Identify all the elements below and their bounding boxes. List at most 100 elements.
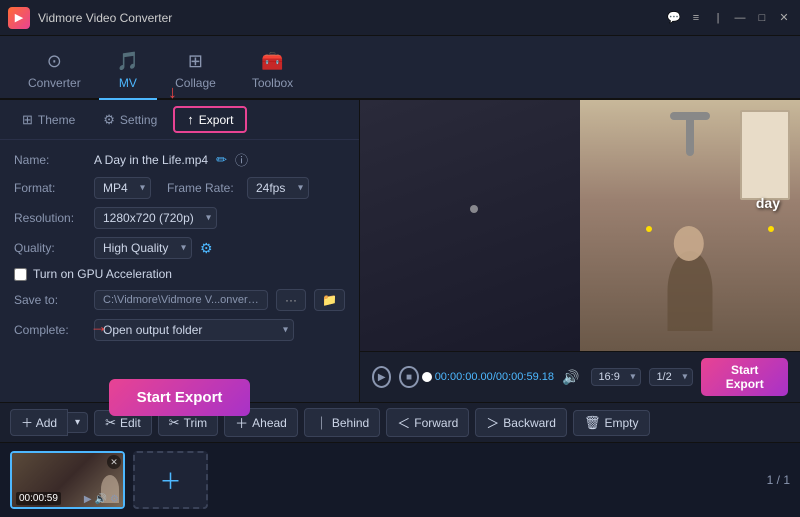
backward-icon: ＞ — [486, 413, 499, 432]
tab-converter[interactable]: ⊙ Converter — [10, 43, 99, 100]
complete-select[interactable]: Open output folder — [94, 319, 294, 341]
progress-dot — [422, 372, 432, 382]
video-container: day — [360, 100, 800, 351]
quality-settings-btn[interactable]: ⚙ — [200, 240, 213, 257]
volume-icon[interactable]: 🔊 — [562, 369, 579, 386]
saveto-dots-btn[interactable]: ··· — [276, 289, 306, 311]
video-preview-left — [360, 100, 580, 351]
resolution-label: Resolution: — [14, 211, 86, 225]
page-indicator: 1 / 1 — [767, 473, 790, 487]
name-edit-icon[interactable]: ✏ — [216, 152, 227, 168]
trim-label: Trim — [184, 416, 208, 430]
nav-tabs: ⊙ Converter 🎵 MV ⊞ Collage 🧰 Toolbox — [0, 36, 800, 100]
converter-label: Converter — [28, 76, 81, 90]
complete-row: Complete: Open output folder — [14, 319, 345, 341]
collage-icon: ⊞ — [188, 51, 203, 72]
format-row: Format: MP4 Frame Rate: 24fps — [14, 177, 345, 199]
app-title: Vidmore Video Converter — [38, 11, 666, 25]
clip-remove-btn[interactable]: ✕ — [107, 455, 121, 469]
format-select-wrap: MP4 — [94, 177, 151, 199]
clip-settings-icon[interactable]: ⚙ — [110, 494, 119, 505]
trim-icon: ✂ — [169, 415, 180, 431]
theme-label: Theme — [38, 113, 75, 127]
edit-label: Edit — [120, 416, 141, 430]
quality-select[interactable]: High Quality — [94, 237, 192, 259]
name-info-icon[interactable]: ⓘ — [235, 150, 248, 169]
export-label: Export — [199, 113, 234, 127]
resolution-select[interactable]: 1280x720 (720p) — [94, 207, 217, 229]
saveto-path: C:\Vidmore\Vidmore V...onverter\MV Expor… — [94, 290, 268, 310]
arrow-indicator-start: → — [90, 316, 108, 337]
gpu-row: Turn on GPU Acceleration — [14, 267, 345, 281]
clip-controls: ▶ 🔊 ⚙ — [84, 494, 119, 505]
clip-play-icon[interactable]: ▶ — [84, 494, 92, 505]
window-controls: 💬 ≡ | — □ ✕ — [666, 10, 792, 26]
saveto-folder-btn[interactable]: 📁 — [314, 289, 345, 311]
format-select[interactable]: MP4 — [94, 177, 151, 199]
window-minimize-btn[interactable]: — — [732, 10, 748, 26]
titlebar: ▶ Vidmore Video Converter 💬 ≡ | — □ ✕ — [0, 0, 800, 36]
converter-icon: ⊙ — [47, 51, 62, 72]
timeline-clip[interactable]: 00:00:59 ✕ ▶ 🔊 ⚙ — [10, 451, 125, 509]
aspect-select-wrap: 16:9 — [591, 368, 641, 386]
complete-select-wrap: Open output folder — [94, 319, 294, 341]
left-panel: ⊞ Theme ⚙ Setting ↑ Export Name: A Day i… — [0, 100, 360, 402]
backward-btn[interactable]: ＞ Backward — [475, 408, 567, 437]
app-logo: ▶ — [8, 7, 30, 29]
forward-label: Forward — [414, 416, 458, 430]
clip-vol-icon[interactable]: 🔊 — [95, 494, 107, 505]
empty-btn[interactable]: 🗑 Empty — [573, 410, 650, 436]
tab-toolbox[interactable]: 🧰 Toolbox — [234, 43, 311, 100]
sub-tab-setting[interactable]: ⚙ Setting — [91, 108, 169, 132]
window-separator: | — [710, 10, 726, 26]
play-btn[interactable]: ▶ — [372, 366, 391, 388]
behind-label: Behind — [332, 416, 369, 430]
complete-label: Complete: — [14, 323, 86, 337]
zoom-select[interactable]: 1/2 — [649, 368, 693, 386]
name-row: Name: A Day in the Life.mp4 ✏ ⓘ — [14, 150, 345, 169]
tab-mv[interactable]: 🎵 MV — [99, 43, 157, 100]
video-left — [360, 100, 580, 351]
add-plus-icon: ＋ — [21, 416, 33, 430]
sub-tab-theme[interactable]: ⊞ Theme — [10, 108, 87, 132]
sub-tabs: ⊞ Theme ⚙ Setting ↑ Export — [0, 100, 359, 140]
sub-tab-export[interactable]: ↑ Export — [173, 106, 247, 133]
window-close-btn[interactable]: ✕ — [776, 10, 792, 26]
add-clip-btn[interactable]: ＋ — [133, 451, 208, 509]
gpu-checkbox[interactable] — [14, 268, 27, 281]
bedroom-scene: day — [580, 100, 800, 351]
mv-icon: 🎵 — [117, 51, 139, 72]
main-content: ⊞ Theme ⚙ Setting ↑ Export Name: A Day i… — [0, 100, 800, 402]
format-label: Format: — [14, 181, 86, 195]
quality-label: Quality: — [14, 241, 86, 255]
framerate-select[interactable]: 24fps — [247, 177, 309, 199]
start-export-small-btn[interactable]: Start Export — [701, 358, 788, 396]
start-export-main-btn[interactable]: Start Export — [109, 379, 251, 416]
window-maximize-btn[interactable]: □ — [754, 10, 770, 26]
quality-row: Quality: High Quality ⚙ — [14, 237, 345, 259]
resolution-select-wrap: 1280x720 (720p) — [94, 207, 217, 229]
empty-label: Empty — [604, 416, 638, 430]
saveto-row: Save to: C:\Vidmore\Vidmore V...onverter… — [14, 289, 345, 311]
clip-time: 00:00:59 — [16, 492, 61, 505]
toolbox-icon: 🧰 — [261, 51, 283, 72]
right-panel: day ▶ ■ 00:00:00.00/00:00:59.18 — [360, 100, 800, 402]
aspect-select[interactable]: 16:9 — [591, 368, 641, 386]
theme-icon: ⊞ — [22, 112, 33, 128]
setting-icon: ⚙ — [103, 112, 115, 128]
forward-btn[interactable]: ＜ Forward — [386, 408, 469, 437]
forward-icon: ＜ — [397, 413, 410, 432]
gpu-label: Turn on GPU Acceleration — [33, 267, 172, 281]
arrow-indicator-export: ↓ — [168, 82, 177, 103]
framerate-label: Frame Rate: — [167, 181, 239, 195]
name-label: Name: — [14, 153, 86, 167]
backward-label: Backward — [503, 416, 556, 430]
empty-icon: 🗑 — [584, 415, 601, 431]
window-menu-btn[interactable]: ≡ — [688, 10, 704, 26]
add-label: Add — [36, 416, 57, 430]
video-text-overlay: day — [756, 195, 780, 211]
mv-label: MV — [119, 76, 137, 90]
window-chat-btn[interactable]: 💬 — [666, 10, 682, 26]
stop-btn[interactable]: ■ — [399, 366, 418, 388]
toolbox-label: Toolbox — [252, 76, 293, 90]
